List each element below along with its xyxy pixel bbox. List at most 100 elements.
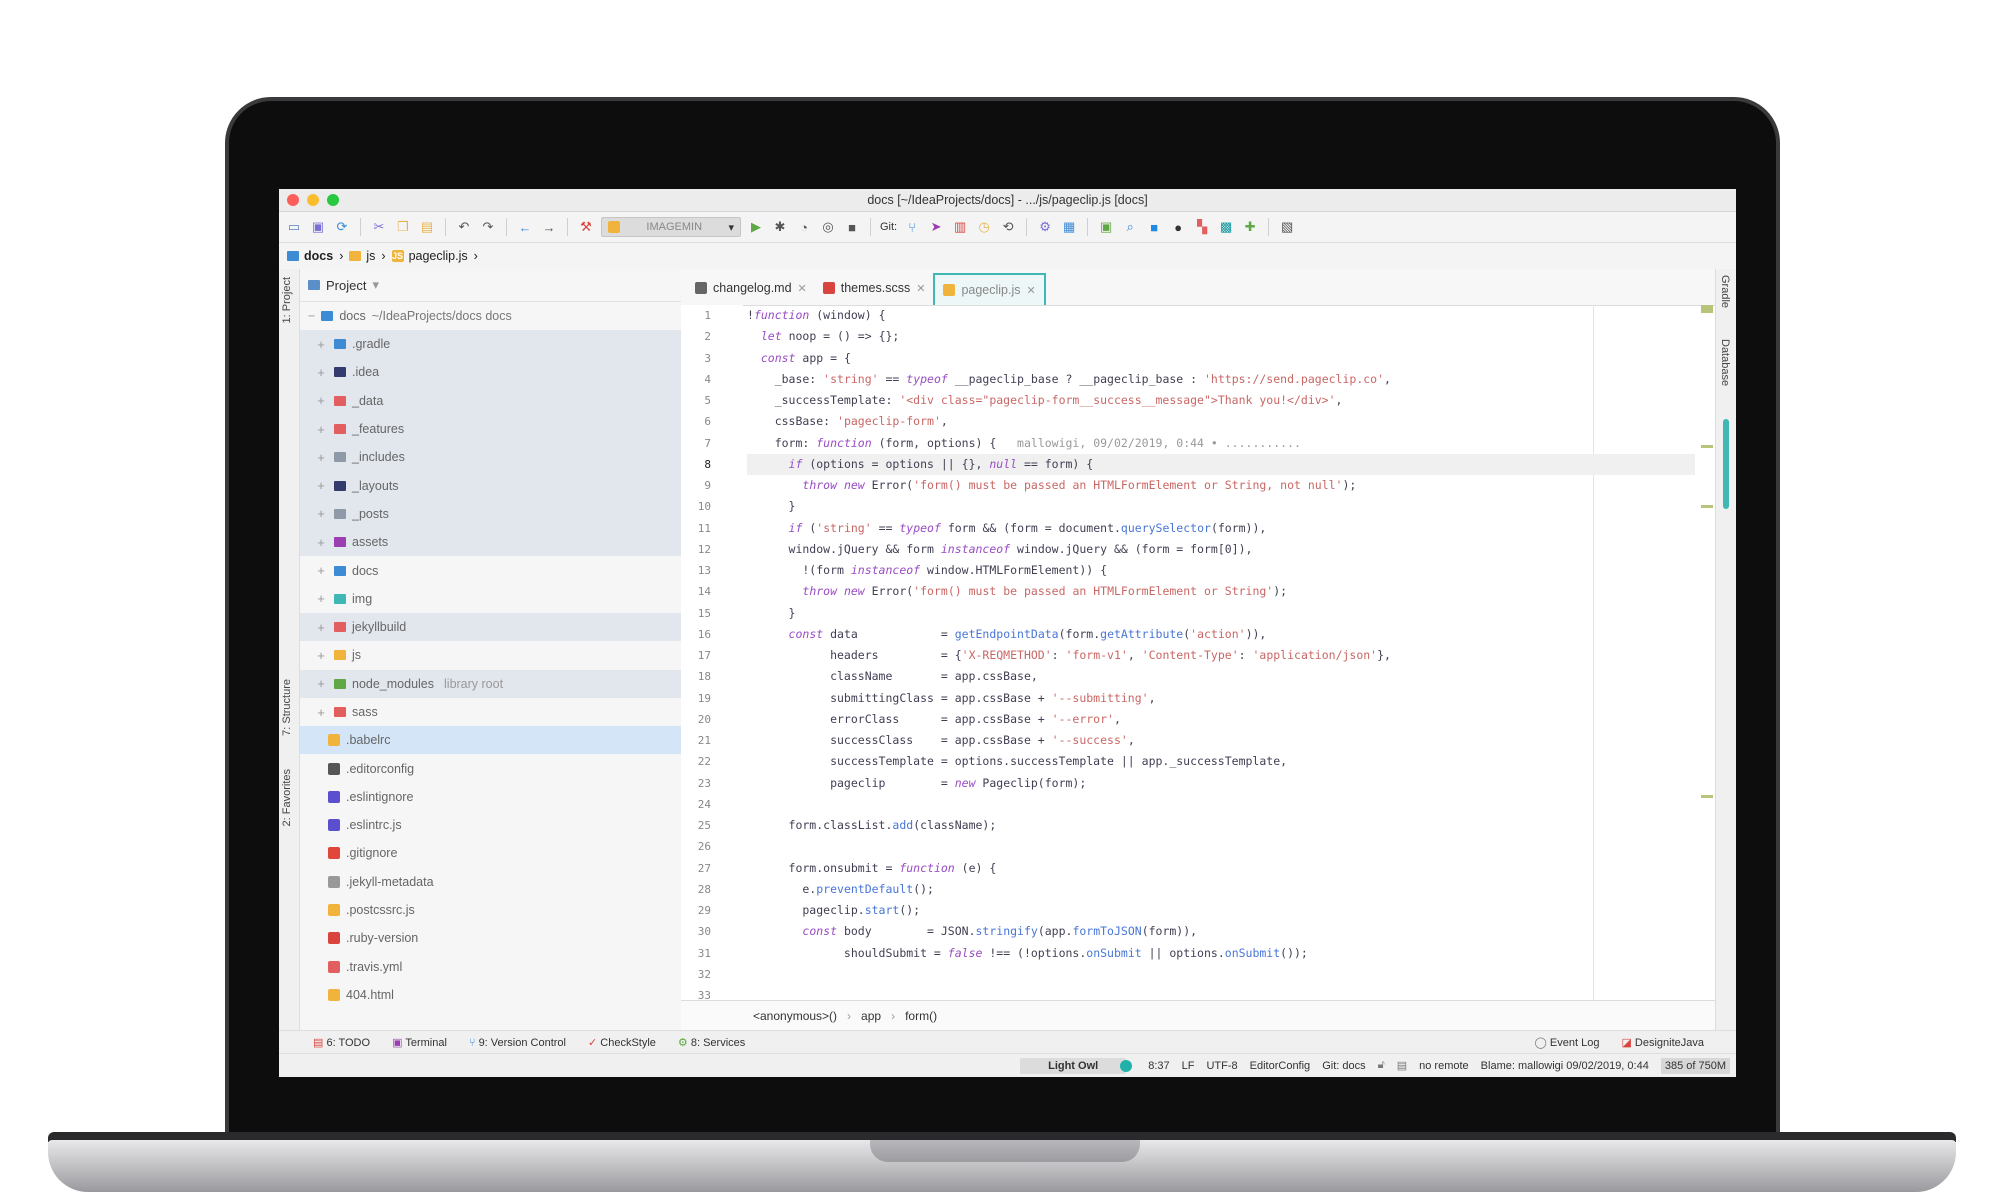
build-hammer-icon[interactable]: ⚒ bbox=[577, 218, 595, 236]
code-line[interactable]: const body = JSON.stringify(app.formToJS… bbox=[747, 921, 1695, 942]
memory-indicator[interactable]: 385 of 750M bbox=[1660, 1057, 1730, 1074]
open-folder-icon[interactable]: ▭ bbox=[285, 218, 303, 236]
expand-icon[interactable]: + bbox=[314, 620, 328, 635]
line-number[interactable]: 11 bbox=[681, 518, 719, 539]
line-number[interactable]: 31 bbox=[681, 943, 719, 964]
line-number[interactable]: 7 bbox=[681, 433, 719, 454]
expand-icon[interactable]: + bbox=[314, 450, 328, 465]
settings-icon[interactable]: ⚙ bbox=[1036, 218, 1054, 236]
tab-database[interactable]: Database bbox=[1719, 339, 1731, 386]
plugin-dark-icon[interactable]: ● bbox=[1169, 218, 1187, 236]
line-number[interactable]: 21 bbox=[681, 730, 719, 751]
line-number[interactable]: 8 bbox=[681, 454, 719, 475]
tree-folder[interactable]: + _features bbox=[300, 414, 681, 444]
code-line[interactable]: errorClass = app.cssBase + '--error', bbox=[747, 709, 1695, 730]
code-line[interactable] bbox=[747, 985, 1695, 1001]
tab-project[interactable]: 1: Project bbox=[281, 277, 293, 323]
code-line[interactable]: } bbox=[747, 603, 1695, 624]
expand-icon[interactable]: + bbox=[314, 648, 328, 663]
expand-icon[interactable]: + bbox=[314, 337, 328, 352]
git-push-icon[interactable]: ➤ bbox=[927, 218, 945, 236]
close-tab-icon[interactable]: ✕ bbox=[1027, 284, 1036, 297]
tree-file[interactable]: .eslintignore bbox=[300, 783, 681, 811]
code-breadcrumb-item[interactable]: form() bbox=[905, 1009, 937, 1023]
expand-icon[interactable]: + bbox=[314, 676, 328, 691]
code-line[interactable]: throw new Error('form() must be passed a… bbox=[747, 475, 1695, 496]
stripe-mark[interactable] bbox=[1701, 795, 1713, 798]
code-breadcrumb-item[interactable]: app bbox=[861, 1009, 881, 1023]
line-number[interactable]: 30 bbox=[681, 921, 719, 942]
tree-folder[interactable]: + jekyllbuild bbox=[300, 612, 681, 642]
stripe-mark[interactable] bbox=[1701, 505, 1713, 508]
code-line[interactable]: successTemplate = options.successTemplat… bbox=[747, 751, 1695, 772]
line-number[interactable]: 20 bbox=[681, 709, 719, 730]
forward-icon[interactable]: → bbox=[540, 218, 558, 236]
tree-folder[interactable]: + docs bbox=[300, 556, 681, 584]
tree-folder[interactable]: + assets bbox=[300, 528, 681, 557]
code-line[interactable]: !function (window) { bbox=[747, 305, 1695, 326]
event-log-button[interactable]: ◯ Event Log bbox=[1535, 1036, 1600, 1049]
code-line[interactable]: shouldSubmit = false !== (!options.onSub… bbox=[747, 943, 1695, 964]
editor-tab[interactable]: themes.scss ✕ bbox=[815, 271, 934, 305]
undo-icon[interactable]: ↶ bbox=[455, 218, 473, 236]
profile-icon[interactable]: ◎ bbox=[819, 218, 837, 236]
tree-folder[interactable]: + _includes bbox=[300, 443, 681, 472]
tree-folder[interactable]: + .gradle bbox=[300, 330, 681, 359]
tree-file[interactable]: .postcssrc.js bbox=[300, 896, 681, 924]
code-breadcrumb-item[interactable]: <anonymous>() bbox=[753, 1009, 837, 1023]
code-line[interactable]: e.preventDefault(); bbox=[747, 879, 1695, 900]
line-number[interactable]: 10 bbox=[681, 496, 719, 517]
remote-status[interactable]: no remote bbox=[1419, 1060, 1469, 1072]
cut-icon[interactable]: ✂ bbox=[370, 218, 388, 236]
line-number[interactable]: 17 bbox=[681, 645, 719, 666]
code-line[interactable]: _successTemplate: '<div class="pageclip-… bbox=[747, 390, 1695, 411]
editor-tab[interactable]: changelog.md ✕ bbox=[687, 271, 815, 305]
tree-file[interactable]: .gitignore bbox=[300, 839, 681, 867]
tree-file[interactable]: .jekyll-metadata bbox=[300, 868, 681, 896]
tree-folder[interactable]: + _layouts bbox=[300, 471, 681, 500]
rollback-icon[interactable]: ⟲ bbox=[999, 218, 1017, 236]
code-line[interactable]: pageclip = new Pageclip(form); bbox=[747, 773, 1695, 794]
code-line[interactable] bbox=[747, 836, 1695, 857]
tree-folder[interactable]: + .idea bbox=[300, 358, 681, 387]
database-icon[interactable]: ▤ bbox=[1397, 1059, 1407, 1072]
editor-tab[interactable]: pageclip.js ✕ bbox=[933, 273, 1046, 305]
tree-folder[interactable]: + _data bbox=[300, 386, 681, 415]
expand-icon[interactable]: + bbox=[314, 705, 328, 720]
line-number[interactable]: 2 bbox=[681, 326, 719, 347]
search-icon[interactable]: ⌕ bbox=[1121, 218, 1139, 236]
breadcrumb-item[interactable]: JS pageclip.js bbox=[391, 249, 468, 263]
line-number[interactable]: 32 bbox=[681, 964, 719, 985]
debug-icon[interactable]: ✱ bbox=[771, 218, 789, 236]
version-control-tool-button[interactable]: ⑂ 9: Version Control bbox=[469, 1037, 566, 1049]
project-structure-icon[interactable]: ▦ bbox=[1060, 218, 1078, 236]
sync-icon[interactable]: ⟳ bbox=[333, 218, 351, 236]
line-number[interactable]: 4 bbox=[681, 369, 719, 390]
terminal-tool-button[interactable]: ▣ Terminal bbox=[392, 1036, 447, 1049]
line-number[interactable]: 12 bbox=[681, 539, 719, 560]
expand-icon[interactable]: + bbox=[314, 506, 328, 521]
maximize-window-button[interactable] bbox=[327, 194, 339, 206]
git-branch-status[interactable]: Git: docs bbox=[1322, 1060, 1365, 1072]
code-line[interactable]: _base: 'string' == typeof __pageclip_bas… bbox=[747, 369, 1695, 390]
code-line[interactable]: submittingClass = app.cssBase + '--submi… bbox=[747, 688, 1695, 709]
tree-file[interactable]: .travis.yml bbox=[300, 953, 681, 981]
back-icon[interactable]: ← bbox=[516, 218, 534, 236]
code-line[interactable]: form: function (form, options) { mallowi… bbox=[747, 433, 1695, 454]
run-icon[interactable]: ▶ bbox=[747, 218, 765, 236]
expand-icon[interactable]: + bbox=[314, 365, 328, 380]
line-number[interactable]: 28 bbox=[681, 879, 719, 900]
line-number[interactable]: 9 bbox=[681, 475, 719, 496]
expand-icon[interactable]: + bbox=[314, 563, 328, 578]
coverage-icon[interactable]: ◔ bbox=[795, 218, 813, 236]
editorconfig-status[interactable]: EditorConfig bbox=[1250, 1060, 1311, 1072]
line-number[interactable]: 6 bbox=[681, 411, 719, 432]
code-line[interactable]: form.onsubmit = function (e) { bbox=[747, 858, 1695, 879]
code-line[interactable]: pageclip.start(); bbox=[747, 900, 1695, 921]
copy-icon[interactable]: ❐ bbox=[394, 218, 412, 236]
todo-tool-button[interactable]: ▤ 6: TODO bbox=[313, 1036, 370, 1049]
breadcrumb-item[interactable]: js bbox=[349, 249, 375, 263]
redo-icon[interactable]: ↷ bbox=[479, 218, 497, 236]
breadcrumb-item[interactable]: docs bbox=[287, 249, 333, 263]
line-number[interactable]: 19 bbox=[681, 688, 719, 709]
